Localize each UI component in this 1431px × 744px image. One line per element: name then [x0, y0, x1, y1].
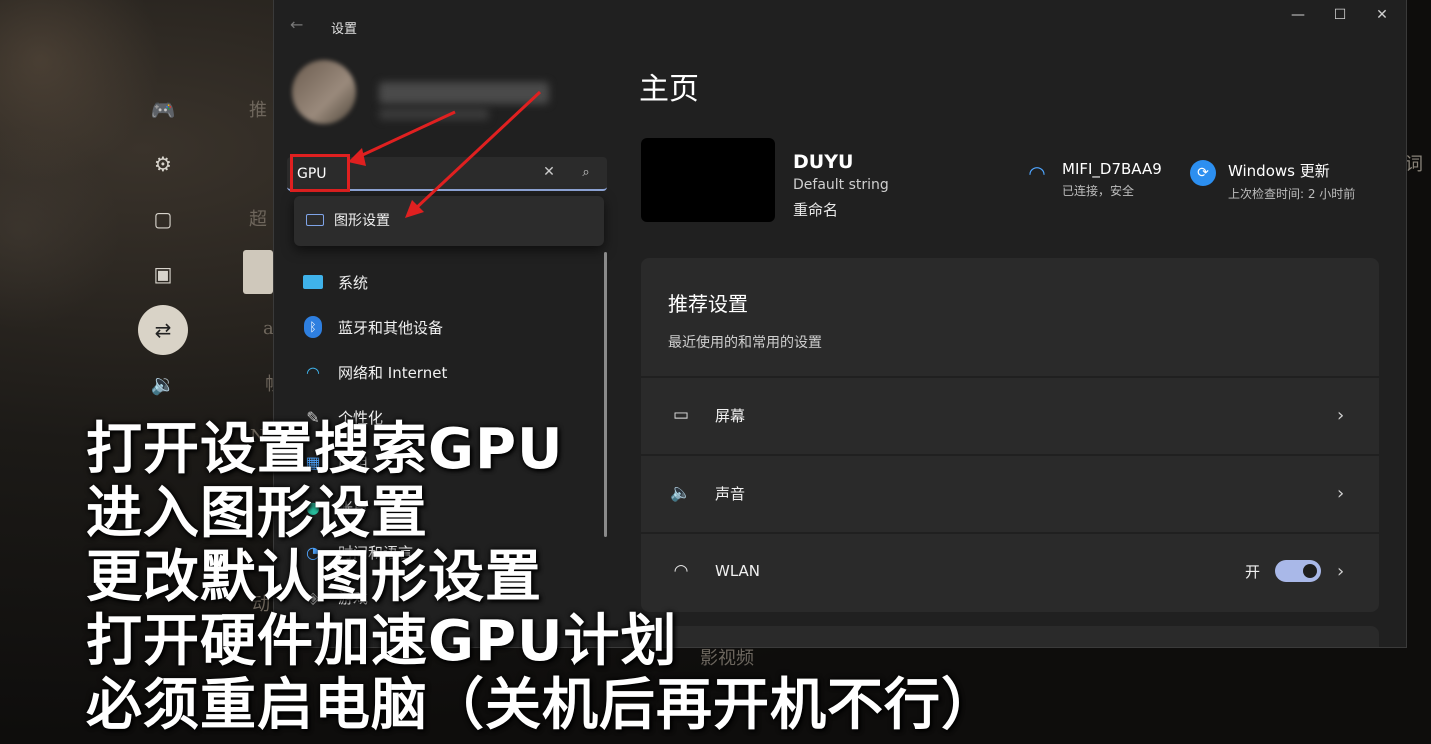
caption-line: 进入图形设置	[86, 481, 428, 546]
device-name: DUYU	[793, 151, 854, 173]
profile-name-blurred	[379, 82, 549, 104]
volume-icon[interactable]: 🔉	[135, 360, 191, 408]
maximize-button[interactable]: ☐	[1318, 5, 1362, 25]
device-model: Default string	[793, 177, 889, 193]
window-title: 设置	[331, 22, 358, 37]
sliders-icon[interactable]: ⇄	[138, 305, 188, 355]
page-title: 主页	[639, 72, 699, 107]
suggestion-item-graphics[interactable]: 图形设置	[306, 210, 390, 230]
gamepad-icon[interactable]: 🎮	[135, 86, 191, 134]
windows-update-status[interactable]: ⟳ Windows 更新 上次检查时间: 2 小时前	[1190, 160, 1355, 202]
chat-icon[interactable]: ▢	[135, 195, 191, 243]
caption-line: 必须重启电脑（关机后再开机不行）	[86, 673, 998, 738]
update-status-text: 上次检查时间: 2 小时前	[1228, 187, 1356, 201]
rename-link[interactable]: 重命名	[793, 199, 838, 220]
chevron-right-icon: ›	[1337, 404, 1345, 426]
sidebar-item-label: 蓝牙和其他设备	[338, 318, 444, 337]
sidebar-item-system[interactable]: 系统	[288, 262, 588, 302]
background-thumbnail	[243, 250, 273, 294]
caption-line: 打开硬件加速GPU计划	[86, 609, 678, 674]
sidebar-item-label: 系统	[338, 273, 369, 292]
refresh-icon: ⟳	[1190, 160, 1216, 186]
network-name: MIFI_D7BAA9	[1062, 160, 1162, 178]
annotation-highlight-box	[290, 154, 350, 192]
bluetooth-icon: ᛒ	[302, 316, 324, 338]
overlay-captions: 打开设置搜索GPU 进入图形设置 更改默认图形设置 打开硬件加速GPU计划 必须…	[86, 418, 998, 738]
background-text: 词	[1405, 154, 1423, 175]
card-subtitle: 最近使用的和常用的设置	[668, 335, 822, 351]
caption-line: 更改默认图形设置	[86, 545, 542, 610]
network-status-text: 已连接，安全	[1062, 184, 1135, 198]
search-suggestions: 图形设置	[294, 196, 604, 246]
toggle-knob	[1303, 564, 1317, 578]
screen-icon[interactable]: ▣	[135, 250, 191, 298]
caption-line: 打开设置搜索GPU	[86, 417, 564, 482]
wifi-icon: ◠	[1028, 161, 1046, 185]
toggle-state-label: 开	[1245, 562, 1261, 581]
card-title: 推荐设置	[668, 292, 748, 316]
settings-gear-icon[interactable]: ⚙	[135, 140, 191, 188]
search-icon[interactable]: ⌕	[577, 165, 595, 183]
clear-icon[interactable]: ✕	[539, 164, 559, 184]
back-arrow-icon[interactable]: ←	[290, 15, 310, 35]
device-thumbnail	[641, 138, 775, 222]
wlan-toggle[interactable]	[1275, 560, 1321, 582]
chevron-right-icon: ›	[1337, 482, 1345, 504]
background-text: 超	[249, 209, 267, 230]
close-button[interactable]: ✕	[1360, 5, 1404, 25]
laptop-icon	[306, 214, 324, 226]
avatar[interactable]	[292, 60, 356, 124]
suggestion-label: 图形设置	[334, 213, 390, 229]
sidebar-item-label: 网络和 Internet	[338, 363, 448, 382]
sidebar-item-bluetooth[interactable]: ᛒ 蓝牙和其他设备	[288, 307, 588, 347]
minimize-button[interactable]: —	[1276, 5, 1320, 25]
update-title: Windows 更新	[1228, 162, 1330, 180]
profile-email-blurred	[379, 108, 489, 120]
title-bar: ← 设置 — ☐ ✕	[274, 0, 1406, 50]
sidebar-item-network[interactable]: ◠ 网络和 Internet	[288, 352, 588, 392]
monitor-icon	[302, 271, 324, 293]
chevron-right-icon: ›	[1337, 560, 1345, 582]
network-status[interactable]: ◠ MIFI_D7BAA9 已连接，安全	[1024, 160, 1162, 199]
background-text: 推	[249, 100, 267, 121]
wifi-icon: ◠	[306, 362, 320, 382]
